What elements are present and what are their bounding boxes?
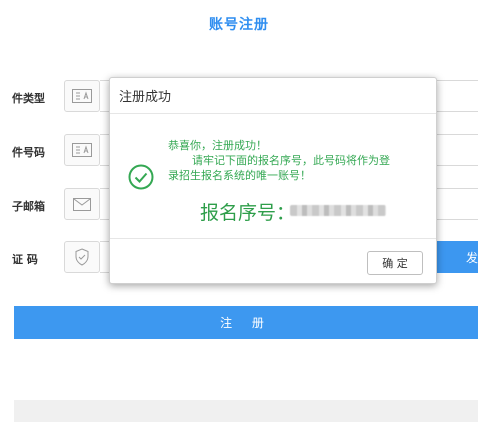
id-card-icon <box>64 80 100 112</box>
success-dialog: 注册成功 恭喜你，注册成功！ 请牢记下面的报名序号，此号码将作为登 录招生报名系… <box>109 77 437 284</box>
success-message-line2: 请牢记下面的报名序号，此号码将作为登 <box>192 154 390 167</box>
form-label-verify-code: 证 码 <box>12 253 38 266</box>
form-label-id-number: 件号码 <box>12 146 45 159</box>
serial-number-value-redacted <box>290 205 386 216</box>
shield-check-icon <box>64 241 100 273</box>
mail-icon <box>64 188 100 220</box>
send-code-button[interactable]: 发 <box>434 241 478 273</box>
dialog-body: 恭喜你，注册成功！ 请牢记下面的报名序号，此号码将作为登 录招生报名系统的唯一账… <box>110 114 436 238</box>
page-title: 账号注册 <box>209 17 269 33</box>
form-label-email: 子邮箱 <box>12 200 45 213</box>
footer-bar <box>14 400 478 422</box>
dialog-title: 注册成功 <box>110 78 436 114</box>
success-message-line3: 录招生报名系统的唯一账号！ <box>168 169 311 182</box>
success-message-line1: 恭喜你，注册成功！ <box>168 139 267 152</box>
send-code-label: 发 <box>465 250 478 265</box>
ok-button[interactable]: 确 定 <box>367 251 423 275</box>
id-card-icon <box>64 134 100 166</box>
success-check-icon <box>128 164 154 190</box>
form-label-id-type: 件类型 <box>12 92 45 105</box>
dialog-footer: 确 定 <box>110 238 436 283</box>
register-button[interactable]: 注 册 <box>14 306 478 339</box>
serial-number-label: 报名序号： <box>200 202 296 224</box>
